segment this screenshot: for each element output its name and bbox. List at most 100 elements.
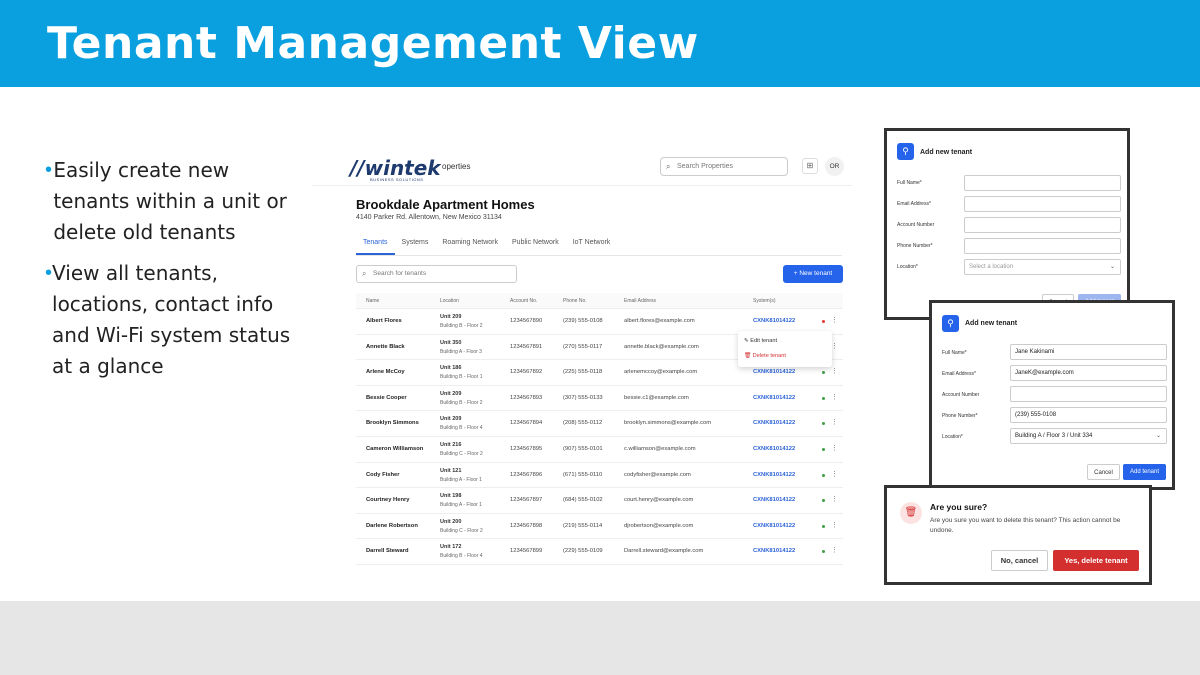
no-cancel-button[interactable]: No, cancel — [991, 550, 1048, 571]
phone-number: (270) 555-0117 — [563, 343, 603, 350]
phone-number-field[interactable] — [964, 238, 1121, 254]
column-header[interactable]: Email Address — [624, 298, 656, 304]
tab-tenants[interactable]: Tenants — [356, 233, 395, 255]
location-placeholder: Select a location — [969, 264, 1014, 270]
column-header[interactable]: Location — [440, 298, 459, 304]
field-label: Account Number — [897, 222, 935, 228]
account-number: 1234567893 — [510, 394, 543, 401]
account-number-field[interactable] — [1010, 386, 1167, 402]
system-link[interactable]: CXNK81014122 — [753, 395, 795, 401]
delete-label: Delete tenant — [752, 353, 786, 359]
account-number-field[interactable] — [964, 217, 1121, 233]
nav-properties[interactable]: operties — [442, 162, 470, 171]
more-options-icon[interactable]: ⋮ — [831, 367, 838, 375]
tenant-name: Cody Fisher — [366, 471, 400, 478]
add-tenant-button[interactable]: Add tenant — [1123, 464, 1166, 480]
bullet-text: View all tenants, locations, contact inf… — [52, 261, 291, 378]
new-tenant-button[interactable]: + New tenant — [783, 265, 843, 283]
column-header[interactable]: Name — [366, 298, 379, 304]
app-screenshot: //wintek BUSINESS SOLUTIONS operties ⌕ S… — [312, 148, 852, 568]
system-link[interactable]: CXNK81014122 — [753, 369, 795, 375]
tenant-name: Darrell Steward — [366, 548, 409, 555]
tab-public-network[interactable]: Public Network — [505, 233, 566, 255]
table-row[interactable]: Cody Fisher Unit 121 Building A - Floor 1 1… — [356, 463, 843, 489]
table-row[interactable]: Cameron Williamson Unit 216 Building C - F… — [356, 437, 843, 463]
account-number: 1234567896 — [510, 471, 543, 478]
tenant-unit: Unit 200 — [440, 518, 462, 525]
account-number: 1234567895 — [510, 445, 543, 452]
table-row[interactable]: Courtney Henry Unit 198 Building A - Floor… — [356, 488, 843, 514]
tenant-unit: Unit 209 — [440, 390, 462, 397]
account-number: 1234567890 — [510, 318, 543, 324]
system-link[interactable]: CXNK81014122 — [753, 548, 795, 554]
property-title: Brookdale Apartment Homes — [356, 197, 535, 212]
tenant-name: Darlene Robertson — [366, 522, 418, 529]
new-tenant-label: New tenant — [799, 270, 833, 277]
dialog-title: Are you sure? — [930, 502, 988, 512]
search-placeholder: Search for tenants — [373, 270, 427, 277]
email-field[interactable]: JaneK@example.com — [1010, 365, 1167, 381]
tab-iot-network[interactable]: IoT Network — [566, 233, 618, 255]
system-link[interactable]: CXNK81014122 — [753, 318, 795, 324]
tenant-unit: Unit 216 — [440, 441, 462, 448]
tenant-name: Albert Flores — [366, 318, 402, 324]
delete-tenant-menu-item[interactable]: 🗑 Delete tenant — [744, 353, 786, 359]
phone-number-field[interactable]: (239) 555-0108 — [1010, 407, 1167, 423]
top-bar: //wintek BUSINESS SOLUTIONS operties ⌕ S… — [312, 148, 852, 186]
full-name-field[interactable]: Jane Kakinami — [1010, 344, 1167, 360]
add-user-icon: ⚲ — [942, 315, 959, 332]
email-field[interactable] — [964, 196, 1121, 212]
more-options-icon[interactable]: ⋮ — [831, 393, 838, 401]
field-label: Email Address* — [897, 201, 931, 207]
avatar[interactable]: OR — [825, 157, 844, 176]
system-link[interactable]: CXNK81014122 — [753, 523, 795, 529]
search-tenants-input[interactable]: ⌕ Search for tenants — [356, 265, 517, 283]
tenant-building: Building B - Floor 2 — [440, 399, 483, 406]
more-options-icon[interactable]: ⋮ — [831, 444, 838, 452]
edit-tenant-menu-item[interactable]: ✎ Edit tenant — [744, 338, 777, 344]
account-number: 1234567898 — [510, 522, 543, 529]
location-select[interactable]: Building A / Floor 3 / Unit 334 ⌄ — [1010, 428, 1167, 444]
table-row[interactable]: Darrell Steward Unit 172 Building B - Floo… — [356, 539, 843, 565]
table-row[interactable]: Darlene Robertson Unit 200 Building C - Fl… — [356, 514, 843, 540]
table-row[interactable]: Bessie Cooper Unit 209 Building B - Floor … — [356, 386, 843, 412]
status-dot-icon — [822, 473, 825, 477]
tenant-building: Building A - Floor 1 — [440, 502, 482, 509]
account-number: 1234567897 — [510, 497, 543, 504]
add-tenant-panel-empty: ⚲ Add new tenant Full Name* Email Addres… — [884, 128, 1130, 320]
more-options-icon[interactable]: ⋮ — [831, 521, 838, 529]
email-address: annette.black@example.com — [624, 343, 699, 350]
tab-roaming-network[interactable]: Roaming Network — [435, 233, 505, 255]
apps-grid-icon[interactable]: ⊞ — [802, 158, 818, 174]
column-header[interactable]: Account No. — [510, 298, 537, 304]
tenant-unit: Unit 350 — [440, 339, 462, 346]
system-link[interactable]: CXNK81014122 — [753, 446, 795, 452]
location-select[interactable]: Select a location ⌄ — [964, 259, 1121, 275]
more-options-icon[interactable]: ⋮ — [831, 495, 838, 503]
cancel-button[interactable]: Cancel — [1087, 464, 1120, 480]
yes-delete-button[interactable]: Yes, delete tenant — [1053, 550, 1139, 571]
field-label: Full Name* — [942, 350, 967, 356]
tenant-name: Arlene McCoy — [366, 369, 405, 376]
more-options-icon[interactable]: ⋮ — [831, 546, 838, 554]
tenant-building: Building C - Floor 2 — [440, 450, 483, 457]
more-options-icon[interactable]: ⋮ — [831, 470, 838, 478]
column-header[interactable]: System(s) — [753, 298, 776, 304]
tab-systems[interactable]: Systems — [395, 233, 436, 255]
tenant-name: Courtney Henry — [366, 497, 410, 504]
search-properties-input[interactable]: ⌕ Search Properties — [660, 157, 788, 176]
email-address: court.henry@example.com — [624, 497, 694, 504]
column-header[interactable]: Phone No. — [563, 298, 587, 304]
status-dot-icon — [822, 524, 825, 528]
system-link[interactable]: CXNK81014122 — [753, 420, 795, 426]
system-link[interactable]: CXNK81014122 — [753, 472, 795, 478]
delete-confirm-dialog: 🗑 Are you sure? Are you sure you want to… — [884, 485, 1152, 585]
more-options-icon[interactable]: ⋮ — [831, 342, 838, 350]
more-options-icon[interactable]: ⋮ — [831, 418, 838, 426]
dialog-message: Are you sure you want to delete this ten… — [930, 517, 1121, 534]
table-row[interactable]: Brooklyn Simmons Unit 209 Building B - Flo… — [356, 411, 843, 437]
more-options-icon[interactable]: ⋮ — [831, 316, 838, 324]
system-link[interactable]: CXNK81014122 — [753, 497, 795, 503]
search-placeholder: Search Properties — [677, 163, 734, 170]
full-name-field[interactable] — [964, 175, 1121, 191]
